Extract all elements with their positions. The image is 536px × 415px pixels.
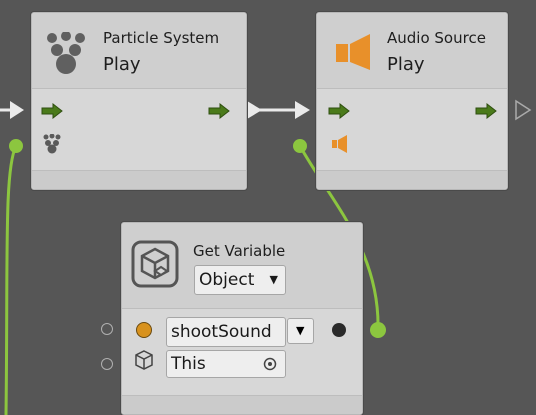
- dropdown-arrow-icon: ▼: [296, 324, 305, 337]
- value-wire-left[interactable]: [4, 145, 18, 415]
- particle-system-icon: [47, 32, 85, 74]
- variable-kind-dropdown[interactable]: Object ▼: [194, 265, 286, 295]
- audio-flow-out-port[interactable]: [515, 99, 532, 121]
- get-variable-node[interactable]: Get Variable Object ▼ shootSound ▼ This: [121, 222, 363, 415]
- audio-source-play-node[interactable]: Audio Source Play: [316, 12, 508, 190]
- graph-canvas[interactable]: Particle System Play Audio Source Play G…: [0, 0, 536, 415]
- variable-cube-icon: [131, 240, 179, 288]
- node-title: Get Variable: [193, 242, 286, 260]
- audio-source-input-icon[interactable]: [331, 134, 349, 154]
- flow-out-port-arrow-icon[interactable]: [475, 103, 497, 119]
- target-icon[interactable]: [263, 357, 277, 371]
- node-action-label: Play: [387, 54, 425, 75]
- node-footer: [32, 170, 246, 189]
- particle-system-input-icon[interactable]: [43, 134, 61, 154]
- node-footer: [317, 170, 507, 189]
- flow-out-port-arrow-icon[interactable]: [208, 103, 230, 119]
- value-wire-left-end: [9, 139, 23, 153]
- flow-connection[interactable]: [247, 101, 310, 119]
- variable-name-field[interactable]: shootSound: [166, 317, 286, 347]
- object-port-dot[interactable]: [136, 322, 152, 338]
- variable-name-value: shootSound: [171, 322, 272, 342]
- flow-in-port-arrow-icon[interactable]: [328, 103, 350, 119]
- flow-in-port-arrow-icon[interactable]: [41, 103, 63, 119]
- value-out-port[interactable]: [332, 323, 346, 337]
- incoming-flow-connection[interactable]: [0, 101, 24, 119]
- target-field[interactable]: This: [166, 350, 286, 378]
- node-action-label: Play: [103, 54, 141, 75]
- audio-source-icon: [336, 34, 370, 70]
- value-wire-variable-end: [370, 322, 386, 338]
- node-category-label: Particle System: [103, 29, 220, 47]
- object-cube-icon: [135, 350, 153, 370]
- node-footer: [122, 395, 362, 414]
- variable-name-dropdown-button[interactable]: ▼: [287, 318, 314, 344]
- particle-system-play-node[interactable]: Particle System Play: [31, 12, 247, 190]
- target-value: This: [171, 354, 206, 374]
- target-input-port[interactable]: [101, 358, 113, 370]
- value-wire-audio-end: [293, 139, 307, 153]
- dropdown-arrow-icon: ▼: [269, 273, 278, 286]
- variable-kind-value: Object: [199, 270, 255, 290]
- node-category-label: Audio Source: [387, 29, 486, 47]
- variable-name-input-port[interactable]: [101, 323, 113, 335]
